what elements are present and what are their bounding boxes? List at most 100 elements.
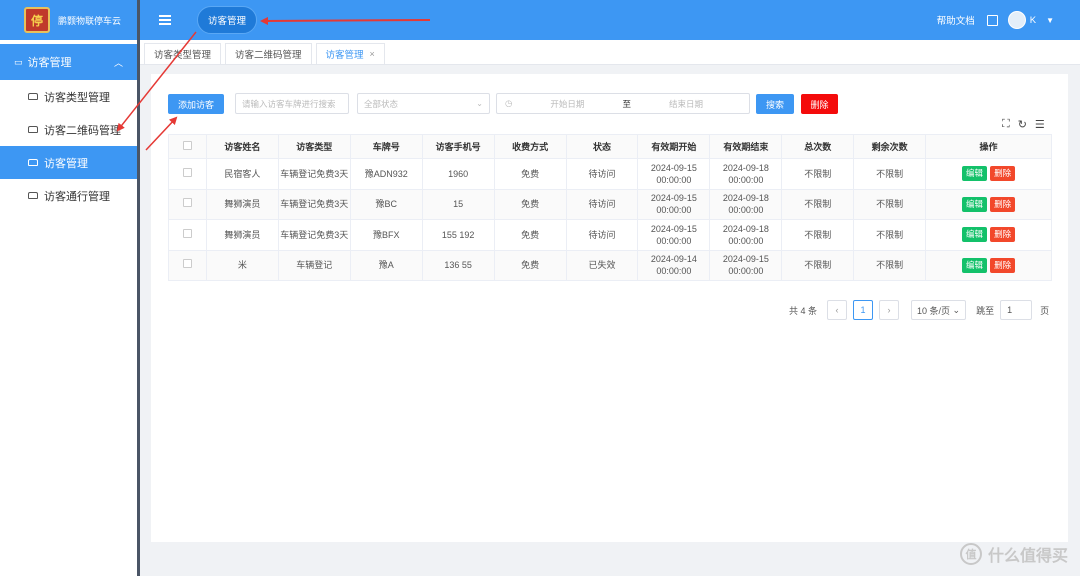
bulk-delete-button[interactable]: 删除 — [801, 94, 838, 114]
date-range-picker[interactable]: ◷ 开始日期 至 结束日期 — [496, 93, 750, 114]
cell-name: 舞狮演员 — [205, 188, 279, 220]
brand[interactable]: 停 鹏颢物联停车云 — [0, 0, 137, 40]
col-header: 访客姓名 — [205, 134, 279, 159]
col-header: 有效期结束 — [709, 134, 783, 159]
breadcrumb-current[interactable]: 访客管理 — [197, 6, 258, 34]
cell-fee: 免费 — [493, 188, 567, 220]
table-row: 米 车辆登记 豫A 136 55 免费 已失效 2024-09-14 00:00:… — [168, 249, 1052, 281]
status-select[interactable]: 全部状态 ⌄ — [357, 93, 490, 114]
edit-button[interactable]: 编辑 — [962, 166, 988, 182]
table-tools: ⛶ ↻ ☰ — [1002, 118, 1045, 131]
sidebar-group-visitor[interactable]: ▭ 访客管理 ︿ — [0, 44, 137, 80]
avatar[interactable] — [1007, 11, 1026, 29]
menu-toggle-icon[interactable] — [159, 13, 171, 28]
cell-type: 车辆登记免费3天 — [277, 158, 351, 190]
start-date-input[interactable]: 开始日期 — [550, 98, 584, 110]
sidebar-item-label: 访客通行管理 — [44, 190, 110, 203]
username[interactable]: K — [1030, 15, 1036, 26]
page-size-select[interactable]: 10 条/页 ⌄ — [911, 300, 967, 320]
table-row: 舞狮演员 车辆登记免费3天 豫BFX 155 192 免费 待访问 2024-0… — [168, 219, 1052, 251]
end-time: 00:00:00 — [728, 266, 764, 277]
search-button[interactable]: 搜索 — [756, 94, 794, 114]
tab-visitor-manage[interactable]: 访客管理 × — [315, 43, 385, 64]
row-checkbox[interactable] — [168, 249, 207, 281]
sidebar-item-label: 访客二维码管理 — [44, 124, 121, 137]
row-checkbox[interactable] — [168, 158, 207, 190]
cell-phone: 1960 — [421, 158, 495, 190]
brand-logo: 停 — [24, 7, 50, 33]
watermark-text: 什么值得买 — [987, 548, 1068, 565]
prev-page-button[interactable]: ‹ — [827, 300, 848, 320]
end-date: 2024-09-18 — [722, 162, 769, 173]
chevron-up-icon: ︿ — [113, 57, 123, 68]
end-time: 00:00:00 — [728, 205, 764, 216]
end-date: 2024-09-18 — [722, 193, 769, 204]
edit-button[interactable]: 编辑 — [962, 257, 988, 273]
visitor-table: 访客姓名 访客类型 车牌号 访客手机号 收费方式 状态 有效期开始 有效期结束 … — [168, 134, 1052, 281]
cell-name: 民宿客人 — [205, 158, 279, 190]
cell-type: 车辆登记免费3天 — [277, 188, 351, 220]
delete-button[interactable]: 删除 — [990, 257, 1016, 273]
end-date-input[interactable]: 结束日期 — [669, 98, 703, 110]
cell-total: 不限制 — [781, 219, 855, 251]
tab-label: 访客二维码管理 — [235, 50, 302, 61]
cell-plate: 豫ADN932 — [349, 158, 423, 190]
delete-button[interactable]: 删除 — [990, 166, 1016, 182]
plate-search-input[interactable]: 请输入访客车牌进行搜索 — [235, 93, 349, 114]
cell-type: 车辆登记免费3天 — [277, 219, 351, 251]
sidebar-item-visitor-qrcode[interactable]: 访客二维码管理 — [0, 113, 137, 146]
tab-visitor-qrcode[interactable]: 访客二维码管理 — [225, 43, 312, 64]
col-header: 访客类型 — [277, 134, 351, 159]
sidebar-item-visitor-manage[interactable]: 访客管理 — [0, 146, 137, 179]
column-settings-icon[interactable]: ☰ — [1035, 118, 1045, 131]
refresh-icon[interactable]: ↻ — [1018, 118, 1027, 131]
col-header: 访客手机号 — [421, 134, 495, 159]
col-header: 剩余次数 — [853, 134, 927, 159]
cell-remain: 不限制 — [853, 219, 927, 251]
sidebar-item-label: 访客管理 — [44, 157, 88, 170]
jump-label: 跳至 — [976, 305, 995, 316]
tab-label: 访客管理 — [325, 50, 364, 61]
tab-visitor-type[interactable]: 访客类型管理 — [144, 43, 222, 64]
total-count: 共 4 条 — [789, 305, 818, 316]
next-page-button[interactable]: › — [879, 300, 900, 320]
cell-phone: 15 — [421, 188, 495, 220]
start-time: 00:00:00 — [656, 266, 692, 277]
fullscreen-icon[interactable] — [986, 14, 998, 26]
cell-status: 待访问 — [565, 219, 639, 251]
add-visitor-button[interactable]: 添加访客 — [168, 94, 224, 114]
start-time: 00:00:00 — [656, 205, 692, 216]
watermark-logo-icon: 值 — [959, 543, 982, 565]
caret-down-icon[interactable]: ▼ — [1046, 16, 1054, 25]
help-docs-link[interactable]: 帮助文档 — [937, 13, 975, 27]
start-date: 2024-09-15 — [650, 193, 697, 204]
col-header: 车牌号 — [349, 134, 423, 159]
row-checkbox[interactable] — [168, 188, 207, 220]
cell-fee: 免费 — [493, 219, 567, 251]
row-checkbox[interactable] — [168, 219, 207, 251]
folder-icon: ▭ — [14, 56, 23, 67]
page-unit-label: 页 — [1040, 305, 1050, 316]
delete-button[interactable]: 删除 — [990, 227, 1016, 243]
sidebar-item-visitor-type[interactable]: 访客类型管理 — [0, 80, 137, 113]
date-separator: 至 — [622, 98, 631, 109]
cell-actions: 编辑 删除 — [925, 219, 1052, 251]
topbar: 访客管理 帮助文档 K ▼ — [140, 0, 1080, 40]
cell-end: 2024-09-18 00:00:00 — [709, 188, 783, 220]
jump-input[interactable]: 1 — [1000, 300, 1033, 320]
delete-button[interactable]: 删除 — [990, 196, 1016, 212]
page-number[interactable]: 1 — [853, 300, 874, 320]
select-all-checkbox[interactable] — [168, 134, 207, 159]
cell-end: 2024-09-15 00:00:00 — [709, 249, 783, 281]
tab-label: 访客类型管理 — [154, 50, 212, 61]
status-select-value: 全部状态 — [364, 98, 399, 109]
fullscreen-icon[interactable]: ⛶ — [1002, 118, 1010, 131]
edit-button[interactable]: 编辑 — [962, 196, 988, 212]
cell-status: 已失效 — [565, 249, 639, 281]
cell-start: 2024-09-15 00:00:00 — [637, 158, 711, 190]
sidebar-item-visitor-access[interactable]: 访客通行管理 — [0, 179, 137, 212]
start-time: 00:00:00 — [656, 235, 692, 246]
start-date: 2024-09-14 — [650, 254, 697, 265]
close-icon[interactable]: × — [370, 49, 375, 59]
edit-button[interactable]: 编辑 — [962, 227, 988, 243]
